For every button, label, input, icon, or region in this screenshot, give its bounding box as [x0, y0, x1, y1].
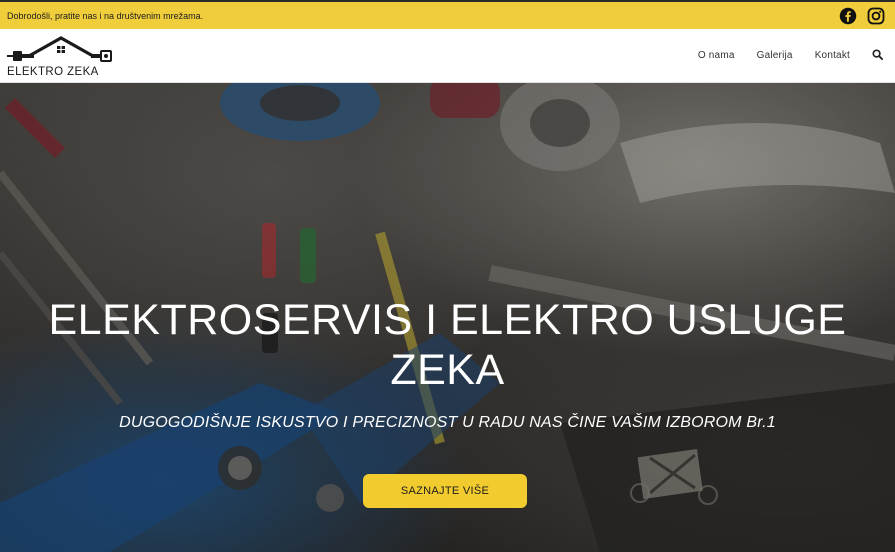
hero-title-line-2: ZEKA — [390, 346, 505, 394]
logo[interactable]: ELEKTRO ZEKA — [7, 32, 115, 80]
main-nav: O nama Galerija Kontakt — [698, 47, 883, 65]
hero-subtitle: DUGOGODIŠNJE ISKUSTVO I PRECIZNOST U RAD… — [119, 414, 776, 431]
nav-item-kontakt[interactable]: Kontakt — [815, 50, 850, 61]
top-bar: Dobrodošli, pratite nas i na društvenim … — [0, 0, 895, 29]
site-header: ELEKTRO ZEKA O nama Galerija Kontakt — [0, 29, 895, 83]
nav-item-o-nama[interactable]: O nama — [698, 50, 735, 61]
search-icon[interactable] — [872, 47, 883, 65]
learn-more-button[interactable]: SAZNAJTE VIŠE — [363, 474, 527, 508]
facebook-icon[interactable] — [839, 7, 857, 25]
welcome-message: Dobrodošli, pratite nas i na društvenim … — [7, 10, 204, 21]
instagram-icon[interactable] — [867, 7, 885, 25]
social-links — [839, 7, 885, 25]
hero-section: ELEKTROSERVIS I ELEKTRO USLUGE ZEKA DUGO… — [0, 83, 895, 552]
hero-title-line-1: ELEKTROSERVIS I ELEKTRO USLUGE — [48, 296, 847, 344]
logo-text: ELEKTRO ZEKA — [7, 65, 99, 78]
nav-item-galerija[interactable]: Galerija — [757, 50, 793, 61]
hero-title: ELEKTROSERVIS I ELEKTRO USLUGE ZEKA — [0, 295, 895, 395]
